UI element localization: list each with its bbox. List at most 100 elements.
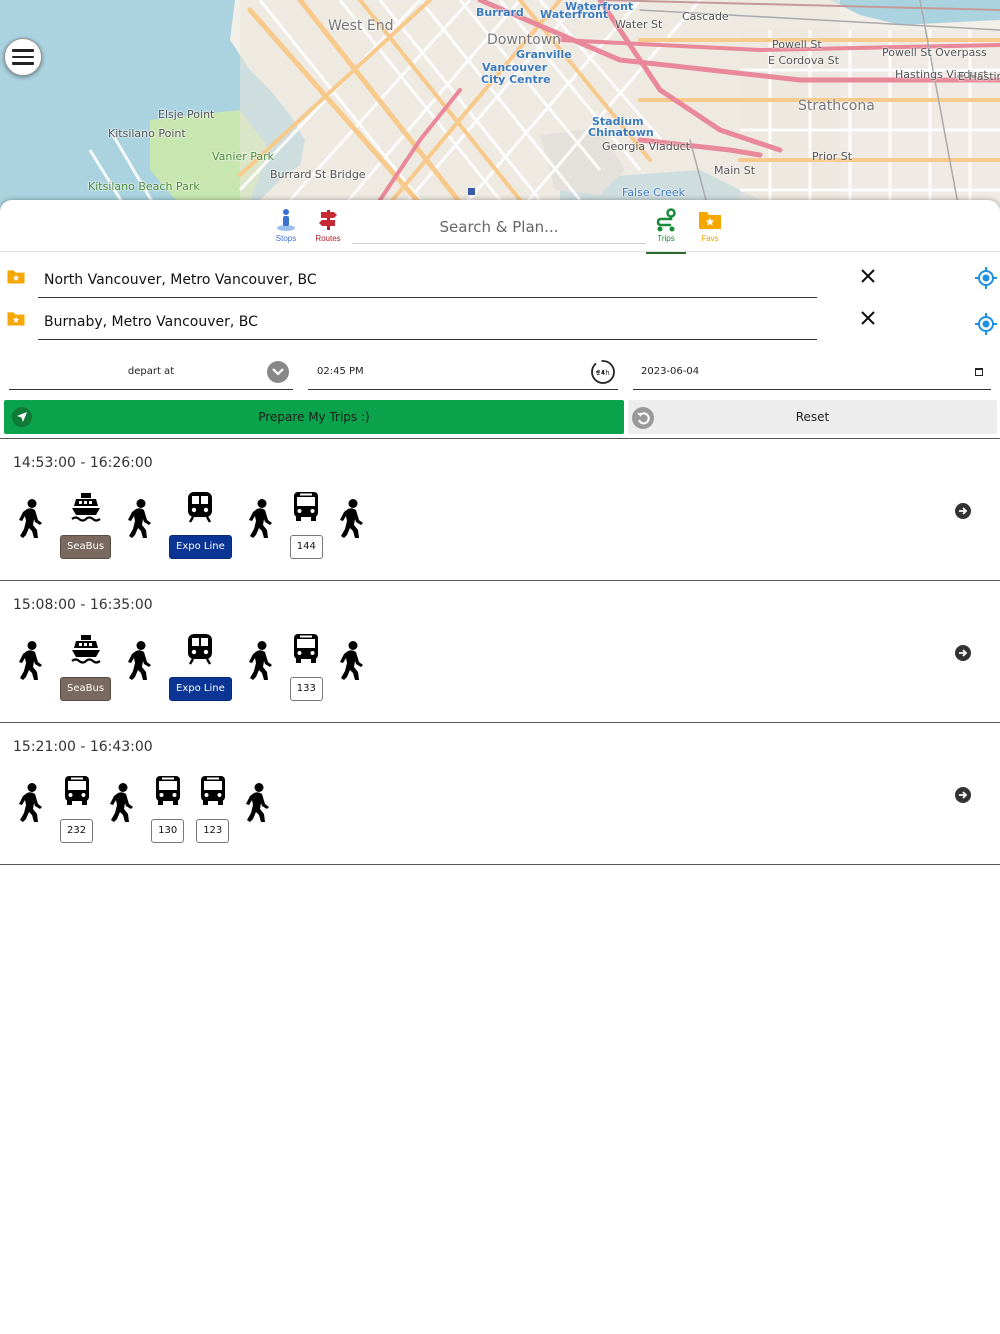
bus-icon xyxy=(62,775,92,809)
trip-leg-train: Expo Line xyxy=(169,633,232,701)
map-label: Kitsilano Beach Park xyxy=(88,180,200,193)
walking-person-icon xyxy=(125,641,155,680)
navigation-arrow-icon xyxy=(12,407,32,427)
time-options-row: depart at 02:45 PM 24h 2023-06-04 xyxy=(0,352,1000,392)
walking-person-icon xyxy=(125,499,155,538)
map-view[interactable]: West End Burrard Waterfront Waterfront D… xyxy=(0,0,1000,215)
trip-leg-walk xyxy=(14,491,48,538)
walking-person-icon xyxy=(16,499,46,538)
trip-leg-walk xyxy=(244,633,278,680)
map-label: West End xyxy=(328,18,394,34)
map-label: Elsje Point xyxy=(158,108,215,121)
trip-time-range: 15:21:00 - 16:43:00 xyxy=(13,739,153,755)
clear-origin-icon[interactable] xyxy=(858,266,878,286)
tab-trips[interactable]: Trips xyxy=(646,208,686,254)
map-label: Granville xyxy=(516,48,572,61)
clear-destination-icon[interactable] xyxy=(858,308,878,328)
bus-icon xyxy=(291,633,321,667)
map-label: Georgia Viaduct xyxy=(602,140,691,153)
trip-legs: SeaBus Expo Line 144 xyxy=(14,491,381,571)
app-root: West End Burrard Waterfront Waterfront D… xyxy=(0,0,1000,1334)
map-label: False Creek xyxy=(622,186,685,199)
gps-locate-destination-icon[interactable] xyxy=(974,312,998,336)
time-value: 02:45 PM xyxy=(317,366,364,377)
arrow-right-circle-icon[interactable] xyxy=(955,645,971,661)
map-label: City Centre xyxy=(481,73,551,86)
map-label: Burrard St Bridge xyxy=(270,168,366,181)
map-label: Powell St Overpass xyxy=(882,46,987,59)
tab-favs[interactable]: Favs xyxy=(690,208,730,248)
undo-icon xyxy=(632,407,654,429)
ferry-icon xyxy=(70,491,101,525)
trip-leg-walk xyxy=(244,491,278,538)
trip-time-range: 14:53:00 - 16:26:00 xyxy=(13,455,153,471)
map-label: Prior St xyxy=(812,150,853,163)
map-label: E Hastings xyxy=(958,70,1000,83)
walking-person-icon xyxy=(337,499,367,538)
route-badge: SeaBus xyxy=(60,677,112,701)
bus-icon xyxy=(153,775,183,809)
trip-leg-ferry: SeaBus xyxy=(60,491,112,559)
clock-24h-icon[interactable]: 24h xyxy=(590,359,616,385)
route-badge: 123 xyxy=(196,819,230,843)
depart-mode-select[interactable]: depart at xyxy=(9,354,293,390)
prepare-trips-button[interactable]: Prepare My Trips :) xyxy=(4,400,624,434)
map-label: Downtown xyxy=(487,32,562,48)
date-input[interactable]: 2023-06-04 xyxy=(633,354,991,390)
hamburger-menu-button[interactable] xyxy=(4,38,42,76)
map-label: Cascade xyxy=(682,10,729,23)
map-label: Water St xyxy=(615,18,663,31)
tab-routes[interactable]: Routes xyxy=(308,208,348,248)
trip-leg-walk xyxy=(123,633,157,680)
trip-leg-bus: 123 xyxy=(196,775,230,843)
trip-leg-bus: 130 xyxy=(151,775,185,843)
map-label: Burrard xyxy=(476,6,524,19)
trip-result[interactable]: 15:21:00 - 16:43:00 232 130 123 xyxy=(0,723,1000,865)
search-input[interactable] xyxy=(352,211,646,242)
walking-person-icon xyxy=(337,641,367,680)
depart-mode-value: depart at xyxy=(127,366,175,377)
date-value: 2023-06-04 xyxy=(641,366,700,377)
skytrain-icon xyxy=(185,633,215,667)
trip-leg-ferry: SeaBus xyxy=(60,633,112,701)
arrow-right-circle-icon[interactable] xyxy=(955,503,971,519)
trip-result[interactable]: 15:08:00 - 16:35:00 SeaBus Expo Line 133 xyxy=(0,581,1000,723)
favorite-folder-icon[interactable] xyxy=(6,310,26,327)
trip-result[interactable]: 14:53:00 - 16:26:00 SeaBus Expo Line 144 xyxy=(0,439,1000,581)
map-label: Chinatown xyxy=(588,126,654,139)
search-box[interactable] xyxy=(352,210,646,244)
route-path-icon xyxy=(653,208,679,232)
arrow-right-circle-icon[interactable] xyxy=(955,787,971,803)
ferry-icon xyxy=(70,633,101,667)
trip-leg-walk xyxy=(105,775,139,822)
map-label: E Cordova St xyxy=(768,54,839,67)
trip-leg-walk xyxy=(335,633,369,680)
destination-row xyxy=(0,300,1000,344)
route-badge: 144 xyxy=(289,535,323,559)
tab-routes-label: Routes xyxy=(315,234,341,243)
walking-person-icon xyxy=(16,641,46,680)
skytrain-icon xyxy=(185,491,215,525)
map-label: Waterfront xyxy=(540,8,609,21)
origin-input[interactable] xyxy=(38,262,817,298)
reset-button[interactable]: Reset xyxy=(628,400,997,434)
svg-text:24h: 24h xyxy=(596,369,609,377)
map-label: Vanier Park xyxy=(212,150,274,163)
calendar-icon[interactable] xyxy=(975,368,983,376)
destination-input[interactable] xyxy=(38,304,817,340)
trip-results-list: 14:53:00 - 16:26:00 SeaBus Expo Line 144 15:… xyxy=(0,438,1000,865)
gps-locate-origin-icon[interactable] xyxy=(974,266,998,290)
signpost-icon xyxy=(315,208,341,232)
favorite-folder-icon[interactable] xyxy=(6,268,26,285)
time-input[interactable]: 02:45 PM 24h xyxy=(308,354,618,390)
origin-row xyxy=(0,258,1000,302)
trip-leg-bus: 232 xyxy=(60,775,94,843)
walking-person-icon xyxy=(246,641,276,680)
trip-planner-panel: Stops Routes Search & Plan... Trips Favs… xyxy=(0,200,1000,1334)
bus-icon xyxy=(198,775,228,809)
walking-person-icon xyxy=(107,783,137,822)
trip-legs: SeaBus Expo Line 133 xyxy=(14,633,381,713)
menu-bar xyxy=(12,55,34,59)
chevron-down-icon[interactable] xyxy=(267,361,289,383)
tab-stops[interactable]: Stops xyxy=(266,208,306,248)
